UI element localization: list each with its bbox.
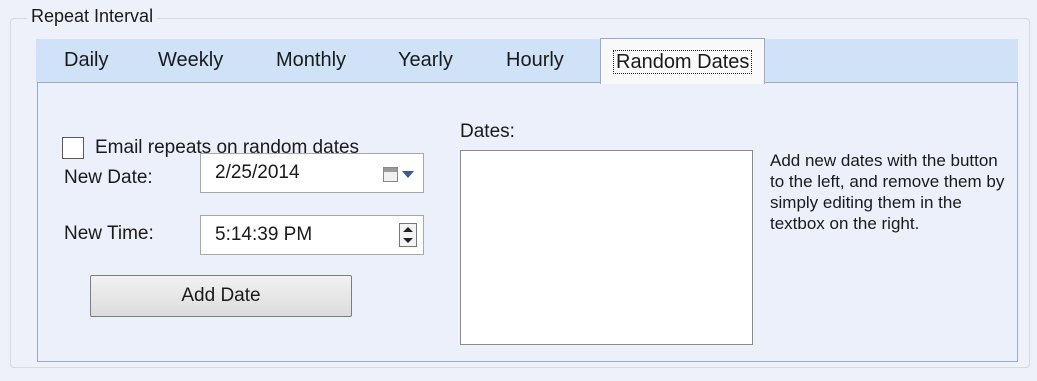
email-random-dates-checkbox[interactable] bbox=[62, 137, 84, 159]
tab-label: Yearly bbox=[398, 49, 453, 71]
new-time-value: 5:14:39 PM bbox=[215, 224, 313, 245]
spin-down-icon[interactable] bbox=[403, 238, 413, 243]
tab-random-dates[interactable]: Random Dates bbox=[600, 38, 766, 84]
tab-yearly[interactable]: Yearly bbox=[398, 39, 453, 82]
calendar-dropdown-button[interactable] bbox=[383, 163, 417, 185]
tab-strip: Daily Weekly Monthly Yearly Hourly Rando… bbox=[36, 38, 1018, 84]
tab-weekly[interactable]: Weekly bbox=[158, 39, 223, 82]
tab-hourly[interactable]: Hourly bbox=[506, 39, 564, 82]
group-title: Repeat Interval bbox=[27, 6, 158, 27]
chevron-down-icon bbox=[402, 170, 414, 178]
tab-monthly[interactable]: Monthly bbox=[276, 39, 346, 82]
dates-label: Dates: bbox=[460, 121, 515, 142]
tab-daily[interactable]: Daily bbox=[64, 39, 108, 82]
dates-textbox[interactable] bbox=[460, 150, 753, 345]
tab-label: Daily bbox=[64, 49, 109, 71]
new-date-label: New Date: bbox=[64, 167, 153, 188]
new-date-value: 2/25/2014 bbox=[215, 162, 300, 183]
new-time-picker[interactable]: 5:14:39 PM bbox=[200, 215, 424, 255]
new-date-picker[interactable]: 2/25/2014 bbox=[200, 153, 424, 193]
spin-up-icon[interactable] bbox=[403, 227, 413, 232]
new-time-label: New Time: bbox=[64, 223, 154, 244]
time-spinner[interactable] bbox=[399, 223, 417, 247]
tab-label: Hourly bbox=[506, 49, 564, 71]
help-text: Add new dates with the button to the lef… bbox=[770, 151, 1005, 233]
tab-label: Monthly bbox=[276, 49, 347, 71]
tab-label: Weekly bbox=[158, 49, 224, 71]
add-date-label: Add Date bbox=[181, 285, 261, 306]
add-date-button[interactable]: Add Date bbox=[90, 275, 352, 317]
tab-label: Random Dates bbox=[613, 49, 753, 74]
calendar-icon bbox=[383, 166, 398, 182]
